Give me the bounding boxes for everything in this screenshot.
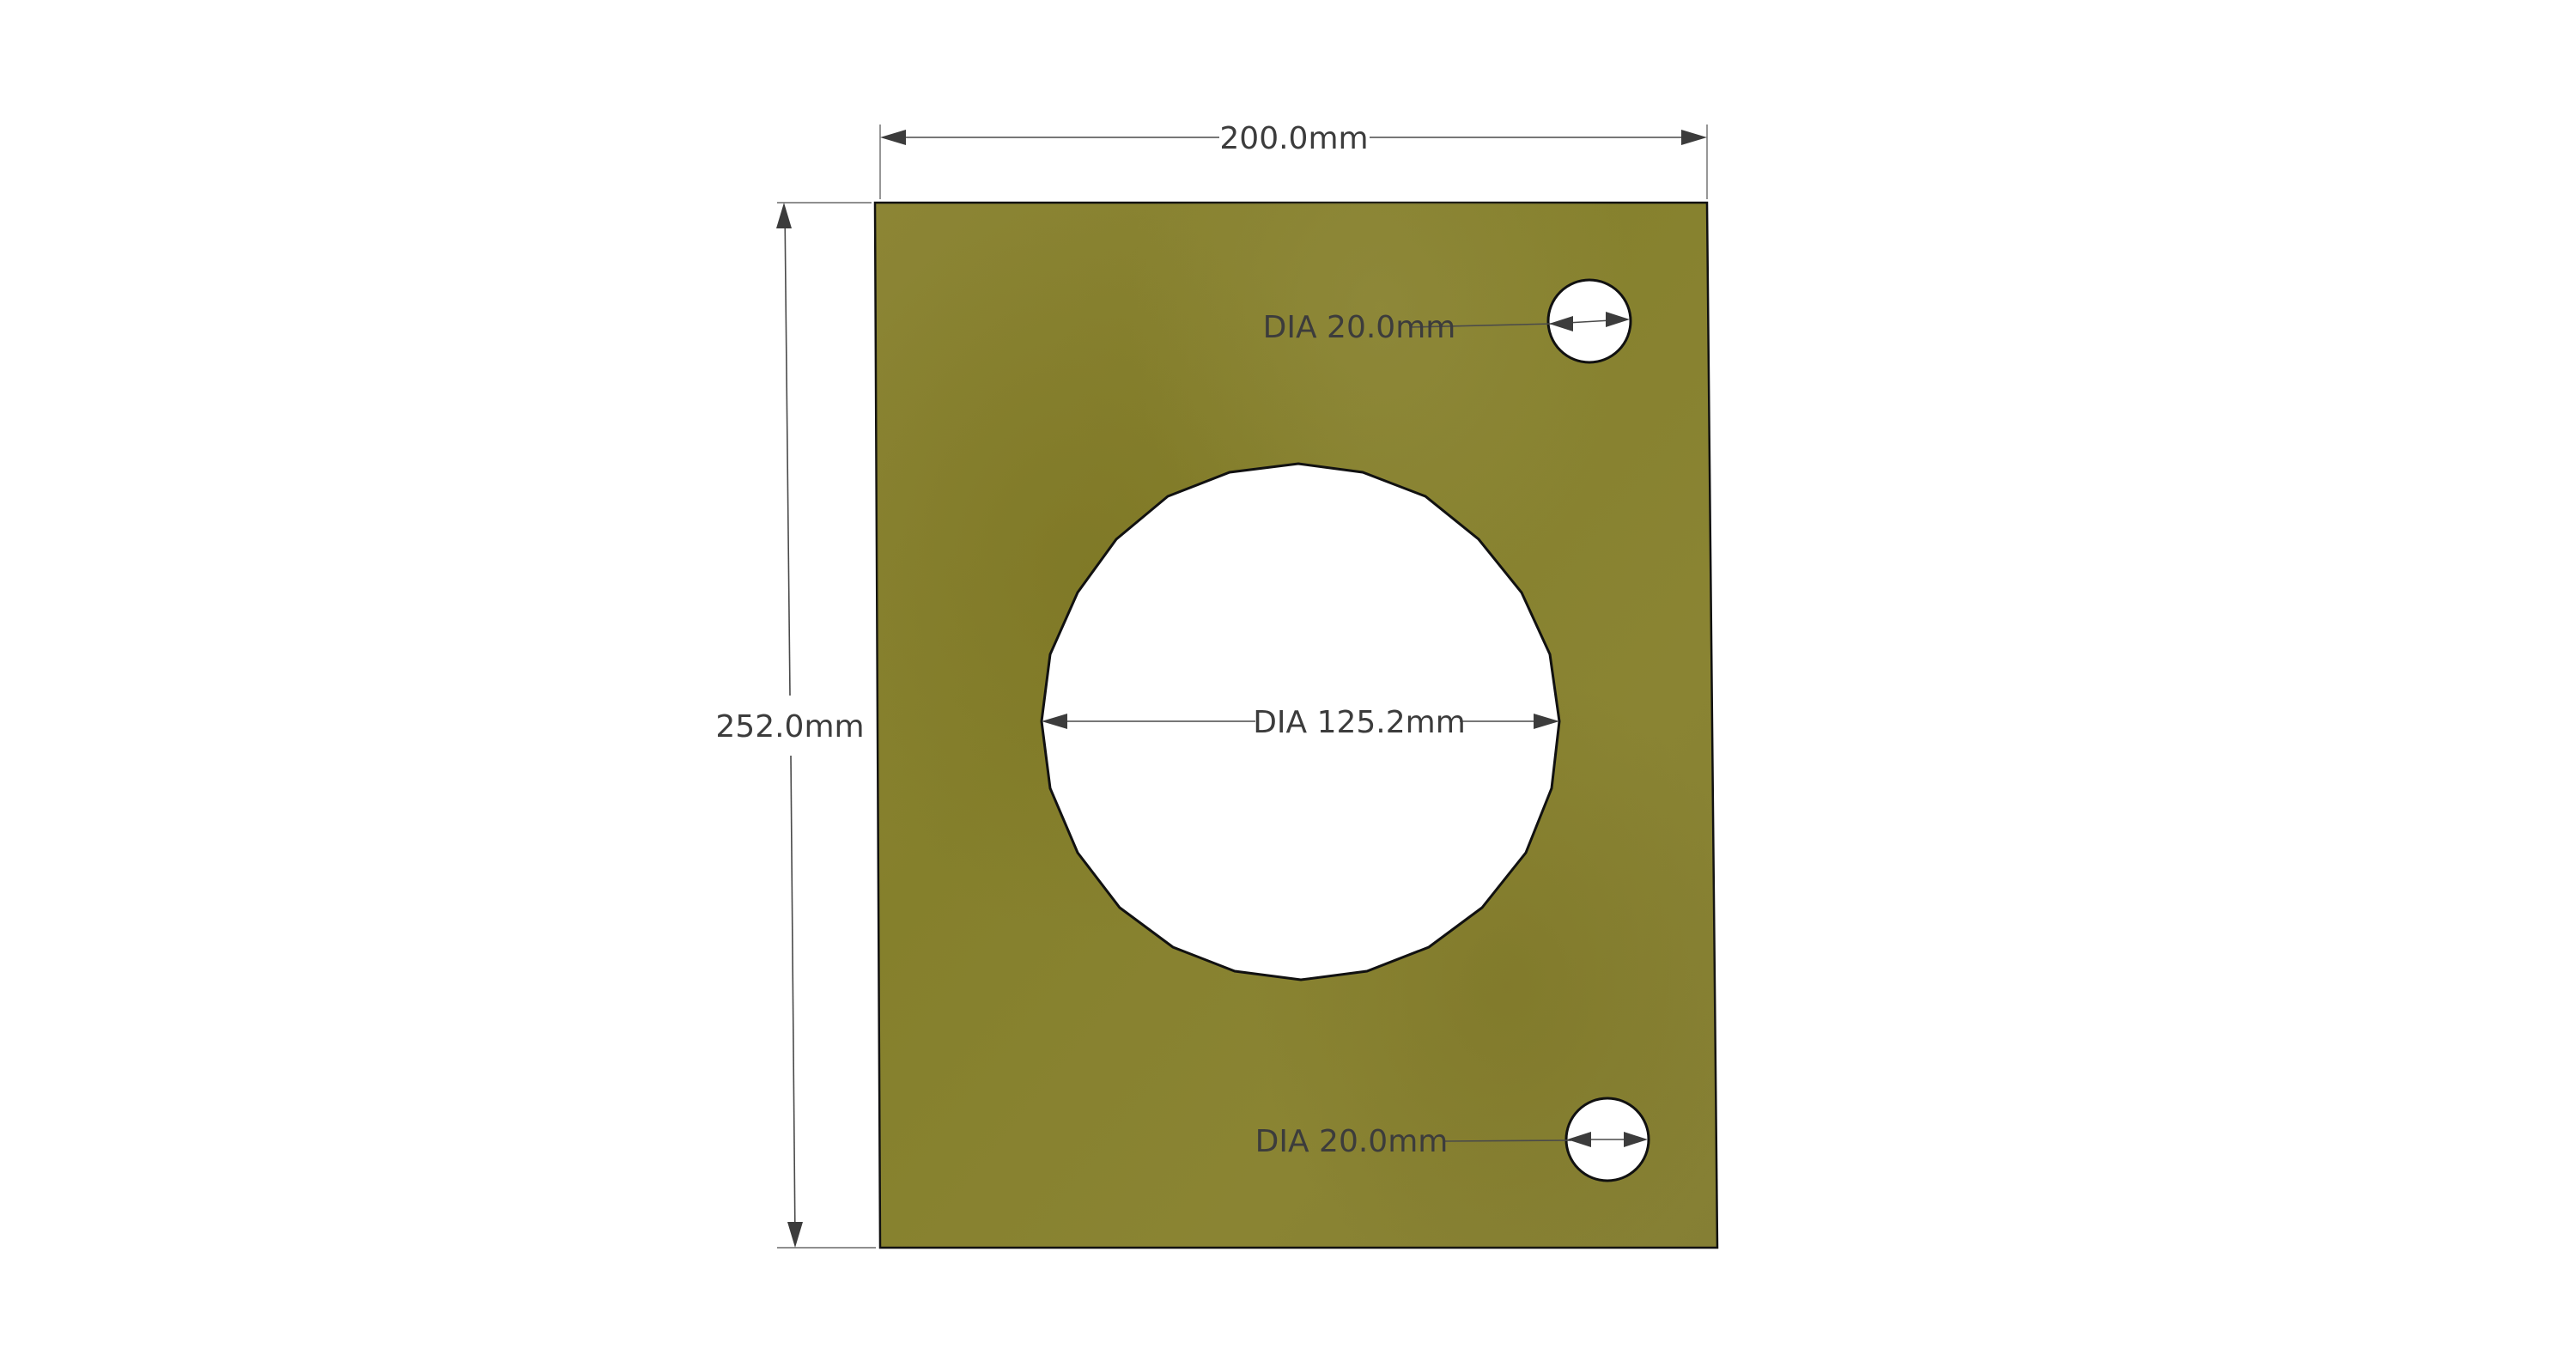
width-label: 200.0mm [1219, 121, 1368, 156]
height-dimension: 252.0mm [715, 202, 876, 1249]
center-hole-label: DIA 125.2mm [1253, 705, 1466, 740]
width-dimension: 200.0mm [879, 121, 1708, 199]
plate-drawing: 200.0mm 252.0mm DIA 125.2mm DIA 20.0mm D… [715, 121, 1719, 1249]
top-hole-label: DIA 20.0mm [1263, 310, 1456, 345]
height-label: 252.0mm [715, 709, 864, 744]
bottom-hole-label: DIA 20.0mm [1255, 1124, 1449, 1159]
